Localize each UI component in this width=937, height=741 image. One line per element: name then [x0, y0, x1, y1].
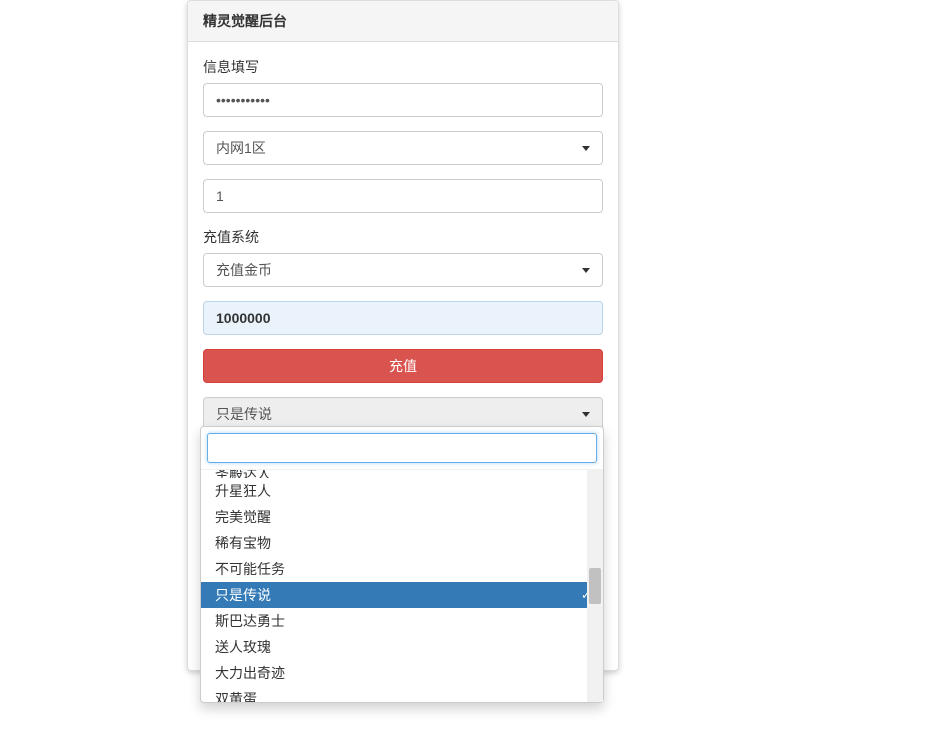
dropdown-option[interactable]: 稀有宝物 — [201, 530, 603, 556]
dropdown-option[interactable]: 斯巴达勇士 — [201, 608, 603, 634]
scrollbar-thumb[interactable] — [589, 568, 601, 604]
dropdown-option[interactable]: 双黄蛋 — [201, 686, 603, 702]
dropdown-list-wrap: 圣殿达人升星狂人完美觉醒稀有宝物不可能任务只是传说✓斯巴达勇士送人玫瑰大力出奇迹… — [201, 470, 603, 702]
dropdown-search-wrap — [201, 427, 603, 470]
dropdown-option[interactable]: 完美觉醒 — [201, 504, 603, 530]
dropdown-option-label: 只是传说 — [215, 587, 271, 603]
dropdown-option[interactable]: 不可能任务 — [201, 556, 603, 582]
achievement-select-value: 只是传说 — [216, 406, 272, 422]
achievement-dropdown: 圣殿达人升星狂人完美觉醒稀有宝物不可能任务只是传说✓斯巴达勇士送人玫瑰大力出奇迹… — [200, 426, 604, 703]
dropdown-option[interactable]: 送人玫瑰 — [201, 634, 603, 660]
panel-title: 精灵觉醒后台 — [188, 1, 618, 42]
password-input[interactable] — [203, 83, 603, 117]
dropdown-search-input[interactable] — [207, 433, 597, 463]
recharge-type-value: 充值金币 — [216, 262, 272, 278]
player-id-input[interactable] — [203, 179, 603, 213]
dropdown-option[interactable]: 圣殿达人 — [201, 470, 603, 478]
recharge-section-label: 充值系统 — [203, 227, 603, 247]
caret-down-icon — [582, 146, 590, 151]
recharge-amount-input[interactable] — [203, 301, 603, 335]
recharge-type-select[interactable]: 充值金币 — [203, 253, 603, 287]
server-select[interactable]: 内网1区 — [203, 131, 603, 165]
dropdown-option[interactable]: 只是传说✓ — [201, 582, 603, 608]
caret-down-icon — [582, 268, 590, 273]
dropdown-option[interactable]: 大力出奇迹 — [201, 660, 603, 686]
dropdown-option[interactable]: 升星狂人 — [201, 478, 603, 504]
caret-down-icon — [582, 412, 590, 417]
dropdown-list: 圣殿达人升星狂人完美觉醒稀有宝物不可能任务只是传说✓斯巴达勇士送人玫瑰大力出奇迹… — [201, 470, 603, 702]
info-section-label: 信息填写 — [203, 57, 603, 77]
server-select-value: 内网1区 — [216, 140, 266, 156]
recharge-submit-button[interactable]: 充值 — [203, 349, 603, 383]
scrollbar-track[interactable] — [587, 470, 603, 702]
